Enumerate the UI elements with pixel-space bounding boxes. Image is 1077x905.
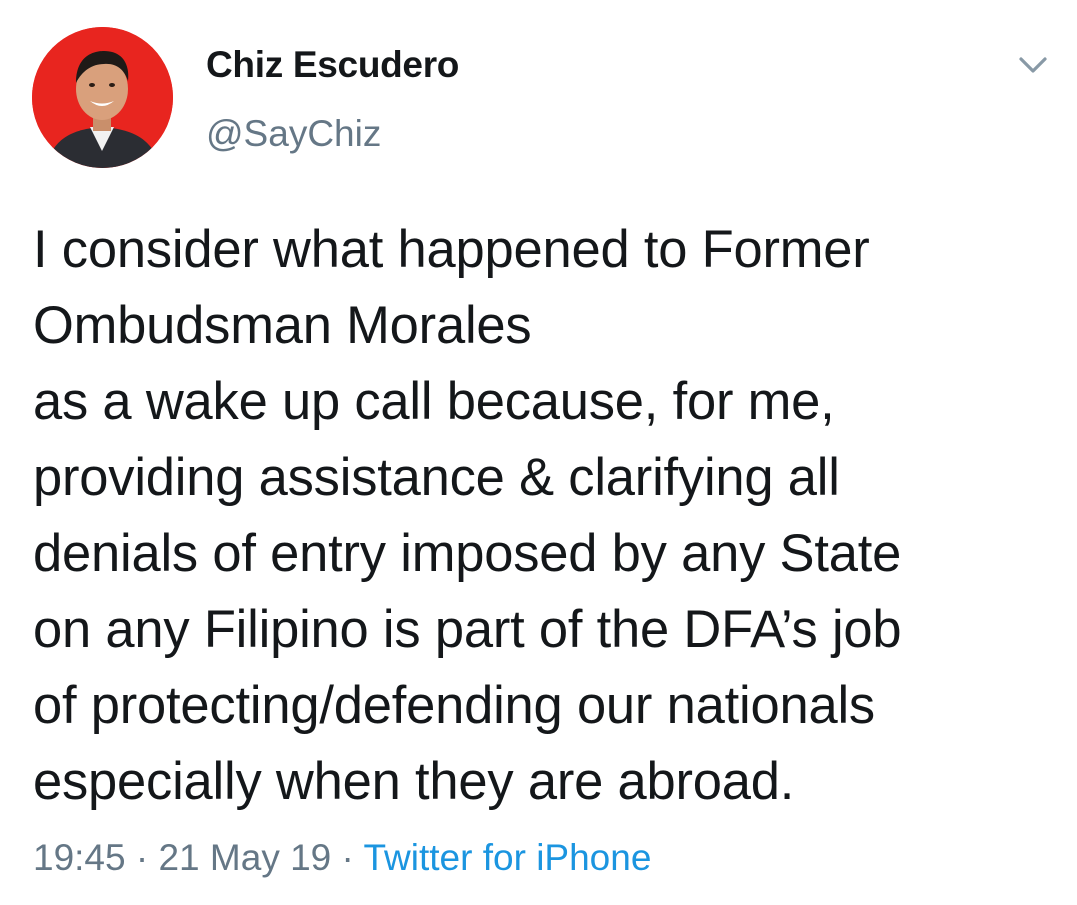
tweet-time[interactable]: 19:45 (33, 837, 126, 878)
tweet-text-line: on any Filipino is part of the DFA’s job (33, 600, 902, 659)
tweet-text-line: especially when they are abroad. (33, 752, 795, 811)
tweet-text-line: as a wake up call because, for me, (33, 372, 835, 431)
tweet: Chiz Escudero @SayChiz I consider what h… (0, 0, 1077, 905)
tweet-date[interactable]: 21 May 19 (158, 837, 331, 878)
meta-separator: · (135, 837, 149, 878)
chevron-down-icon[interactable] (1013, 50, 1053, 80)
avatar-image (32, 27, 173, 168)
user-handle[interactable]: @SayChiz (206, 113, 381, 155)
meta-separator: · (341, 837, 354, 878)
avatar[interactable] (32, 27, 173, 168)
tweet-text-line: denials of entry imposed by any State (33, 524, 902, 583)
tweet-text: I consider what happened to Former Ombud… (33, 212, 1063, 820)
tweet-text-line: of protecting/defending our nationals (33, 676, 875, 735)
tweet-text-line: providing assistance & clarifying all (33, 448, 840, 507)
tweet-text-line: I consider what happened to Former (33, 220, 870, 279)
tweet-text-line: Ombudsman Morales (33, 296, 532, 355)
display-name[interactable]: Chiz Escudero (206, 44, 459, 86)
tweet-source-link[interactable]: Twitter for iPhone (364, 837, 652, 878)
tweet-meta: 19:45 · 21 May 19 · Twitter for iPhone (33, 837, 651, 879)
